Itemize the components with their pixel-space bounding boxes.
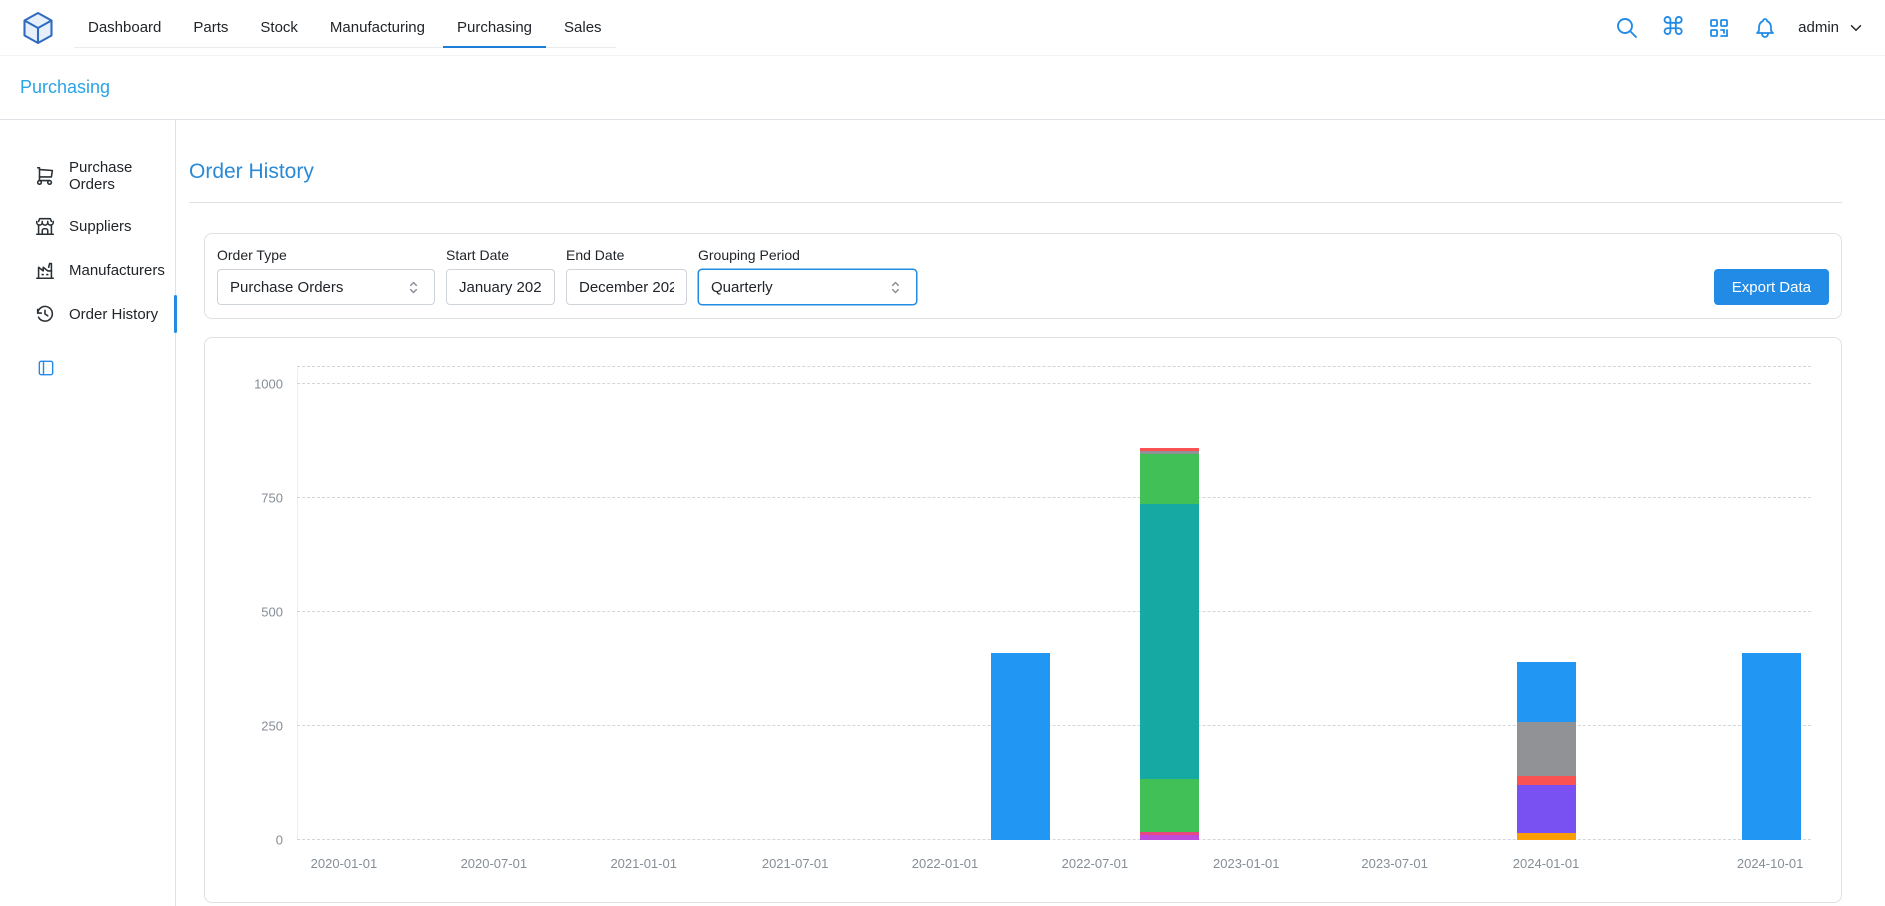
order-type-field: Order Type Purchase Orders	[217, 247, 435, 305]
stacked-bar-2022-04-01[interactable]	[991, 653, 1050, 840]
building-store-icon	[34, 215, 56, 237]
gridline	[297, 839, 1811, 840]
tab-stock[interactable]: Stock	[246, 9, 312, 48]
x-axis-tick-label: 2024-01-01	[1513, 856, 1580, 871]
search-icon[interactable]	[1614, 15, 1640, 41]
sidebar-item-label: Order History	[69, 306, 158, 323]
y-axis-tick-label: 750	[261, 491, 283, 506]
tab-parts[interactable]: Parts	[179, 9, 242, 48]
bar-segment[interactable]	[1140, 779, 1199, 831]
stacked-bar-2024-01-01[interactable]	[1517, 662, 1576, 840]
breadcrumb-purchasing-link[interactable]: Purchasing	[20, 77, 110, 98]
sidebar-item-label: Purchase Orders	[69, 159, 169, 193]
x-axis-tick-label: 2020-01-01	[311, 856, 378, 871]
start-date-field: Start Date	[446, 247, 555, 305]
sidebar-item-label: Manufacturers	[69, 262, 165, 279]
x-axis-tick-label: 2021-07-01	[762, 856, 829, 871]
bar-segment[interactable]	[1742, 653, 1801, 840]
title-divider	[189, 202, 1842, 203]
order-type-value: Purchase Orders	[230, 279, 343, 296]
export-data-button[interactable]: Export Data	[1714, 269, 1829, 305]
x-axis-tick-label: 2022-07-01	[1062, 856, 1129, 871]
user-menu[interactable]: admin	[1798, 19, 1865, 37]
stacked-bar-2022-10-01[interactable]	[1140, 448, 1199, 840]
bar-segment[interactable]	[991, 653, 1050, 840]
x-axis-tick-label: 2020-07-01	[461, 856, 528, 871]
y-axis-tick-label: 500	[261, 605, 283, 620]
username-label: admin	[1798, 19, 1839, 36]
grouping-period-value: Quarterly	[711, 279, 773, 296]
selector-chevrons-icon	[887, 279, 904, 296]
y-axis-tick-label: 250	[261, 719, 283, 734]
gridline	[297, 725, 1811, 726]
qr-scan-icon[interactable]	[1706, 15, 1732, 41]
top-navbar: Dashboard Parts Stock Manufacturing Purc…	[0, 0, 1885, 56]
grouping-period-field: Grouping Period Quarterly	[698, 247, 917, 305]
x-axis-tick-label: 2022-01-01	[912, 856, 979, 871]
sidebar-item-order-history[interactable]: Order History	[0, 292, 175, 336]
bar-segment[interactable]	[1140, 835, 1199, 840]
content-area: Purchase Orders Suppliers	[0, 120, 1885, 906]
stacked-bar-2024-10-01[interactable]	[1742, 653, 1801, 840]
order-history-chart-panel: 0 250 500 750 1000 2020-01-01 2020-07-01 2021-0…	[204, 337, 1842, 903]
order-type-select[interactable]: Purchase Orders	[217, 269, 435, 305]
start-date-label: Start Date	[446, 247, 555, 263]
tab-dashboard[interactable]: Dashboard	[74, 9, 175, 48]
page-title: Order History	[189, 160, 1842, 184]
sidebar-item-manufacturers[interactable]: Manufacturers	[0, 248, 175, 292]
y-axis-line	[297, 366, 298, 840]
bar-segment[interactable]	[1517, 776, 1576, 785]
grouping-period-select[interactable]: Quarterly	[698, 269, 917, 305]
x-axis-tick-label: 2024-10-01	[1737, 856, 1804, 871]
tab-purchasing[interactable]: Purchasing	[443, 9, 546, 48]
y-axis-tick-label: 0	[276, 833, 283, 848]
end-date-label: End Date	[566, 247, 687, 263]
gridline	[297, 497, 1811, 498]
gridline	[297, 611, 1811, 612]
sidebar: Purchase Orders Suppliers	[0, 120, 176, 906]
x-axis-tick-label: 2023-07-01	[1361, 856, 1428, 871]
start-date-input[interactable]	[446, 269, 555, 305]
sidebar-collapse-icon[interactable]	[36, 358, 56, 378]
bar-segment[interactable]	[1140, 504, 1199, 780]
chevron-down-icon	[1847, 19, 1865, 37]
app-logo-icon[interactable]	[20, 10, 56, 46]
bar-segment[interactable]	[1517, 662, 1576, 722]
gridline	[297, 383, 1811, 384]
factory-icon	[34, 259, 56, 281]
x-axis-tick-label: 2021-01-01	[610, 856, 677, 871]
main-panel: Order History Order Type Purchase Orders…	[176, 120, 1885, 906]
gridline	[297, 366, 1811, 367]
navbar-actions: ⌘ admin	[1614, 15, 1865, 41]
sidebar-item-suppliers[interactable]: Suppliers	[0, 204, 175, 248]
command-palette-icon[interactable]: ⌘	[1660, 15, 1686, 41]
filter-panel: Order Type Purchase Orders Start Date En…	[204, 233, 1842, 319]
chart-plot: 025050075010002020-01-012020-07-012021-0…	[297, 366, 1811, 840]
sidebar-item-purchase-orders[interactable]: Purchase Orders	[0, 148, 175, 204]
x-axis-tick-label: 2023-01-01	[1213, 856, 1280, 871]
selector-chevrons-icon	[405, 279, 422, 296]
sidebar-item-label: Suppliers	[69, 218, 132, 235]
notification-bell-icon[interactable]	[1752, 15, 1778, 41]
tab-sales[interactable]: Sales	[550, 9, 616, 48]
grouping-period-label: Grouping Period	[698, 247, 917, 263]
bar-segment[interactable]	[1140, 454, 1199, 504]
y-axis-tick-label: 1000	[254, 377, 283, 392]
shopping-cart-icon	[34, 165, 56, 187]
breadcrumb: Purchasing	[0, 56, 1885, 120]
bar-segment[interactable]	[1517, 833, 1576, 840]
main-nav-tabs: Dashboard Parts Stock Manufacturing Purc…	[74, 9, 616, 48]
tab-manufacturing[interactable]: Manufacturing	[316, 9, 439, 48]
bar-segment[interactable]	[1517, 785, 1576, 833]
history-icon	[34, 303, 56, 325]
order-type-label: Order Type	[217, 247, 435, 263]
bar-segment[interactable]	[1517, 722, 1576, 776]
end-date-input[interactable]	[566, 269, 687, 305]
end-date-field: End Date	[566, 247, 687, 305]
